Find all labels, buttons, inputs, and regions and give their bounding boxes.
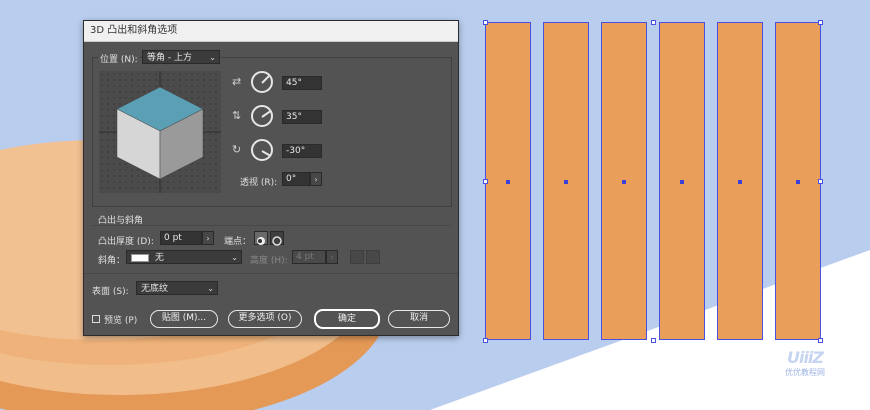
bevel-out-button xyxy=(350,250,364,264)
bar-1[interactable] xyxy=(485,22,531,340)
bevel-label: 斜角： xyxy=(98,256,126,266)
extrude-depth-input[interactable]: 0 pt xyxy=(160,231,202,245)
surface-select-value: 无底纹 xyxy=(141,284,169,294)
bar-3[interactable] xyxy=(601,22,647,340)
cap-off-icon xyxy=(272,236,282,246)
height-input: 4 pt xyxy=(292,250,326,264)
center-point xyxy=(506,180,510,184)
selection-handle-bm[interactable] xyxy=(651,338,656,343)
z-rotation-dial[interactable] xyxy=(251,139,273,161)
section-divider xyxy=(84,273,458,274)
bar-4[interactable] xyxy=(659,22,705,340)
center-point xyxy=(622,180,626,184)
bevel-select[interactable]: 无 ⌄ xyxy=(126,250,242,264)
bar-6[interactable] xyxy=(775,22,821,340)
chevron-down-icon: ⌄ xyxy=(231,253,238,262)
position-select[interactable]: 等角 - 上方 ⌄ xyxy=(142,50,220,64)
center-point xyxy=(564,180,568,184)
surface-label: 表面 (S): xyxy=(92,287,129,297)
height-label: 高度 (H): xyxy=(250,256,288,266)
dialog-title[interactable]: 3D 凸出和斜角选项 xyxy=(84,21,458,42)
x-rotation-dial[interactable] xyxy=(251,71,273,93)
cap-off-button[interactable] xyxy=(270,231,284,246)
bevel-swatch xyxy=(131,253,149,262)
y-rotation-dial[interactable] xyxy=(251,105,273,127)
section-divider xyxy=(92,225,450,226)
ok-button[interactable]: 确定 xyxy=(314,309,380,329)
cancel-button[interactable]: 取消 xyxy=(388,310,450,328)
bevel-select-value: 无 xyxy=(154,253,164,263)
z-axis-rotate-icon: ↻ xyxy=(232,143,242,156)
chevron-down-icon: ⌄ xyxy=(209,53,216,62)
selection-handle-mr[interactable] xyxy=(818,179,823,184)
perspective-input[interactable]: 0° xyxy=(282,172,310,186)
selection-handle-tl[interactable] xyxy=(483,20,488,25)
selection-handle-tr[interactable] xyxy=(818,20,823,25)
watermark: UiiiZ 优优教程网 xyxy=(785,348,825,378)
perspective-label: 透视 (R): xyxy=(240,178,278,188)
preview-label: 预览 (P) xyxy=(104,316,138,326)
map-button[interactable]: 贴图 (M)... xyxy=(150,310,218,328)
watermark-text: 优优教程网 xyxy=(785,368,825,377)
extrude-depth-label: 凸出厚度 (D): xyxy=(98,237,154,247)
3d-extrude-dialog: 3D 凸出和斜角选项 位置 (N): 等角 - 上方 ⌄ ⇄ 45° ⇅ 35°… xyxy=(83,20,459,336)
bevel-in-button xyxy=(366,250,380,264)
cap-label: 端点： xyxy=(224,237,252,247)
height-slider-button: › xyxy=(326,250,338,264)
watermark-logo: UiiiZ xyxy=(786,348,824,367)
center-point xyxy=(738,180,742,184)
position-select-value: 等角 - 上方 xyxy=(147,53,192,63)
x-rotation-input[interactable]: 45° xyxy=(282,76,322,90)
surface-select[interactable]: 无底纹 ⌄ xyxy=(136,281,218,295)
z-rotation-input[interactable]: -30° xyxy=(282,144,322,158)
cap-on-icon xyxy=(257,237,265,245)
perspective-slider-button[interactable]: › xyxy=(310,172,322,186)
x-axis-rotate-icon: ⇄ xyxy=(232,75,242,88)
bar-2[interactable] xyxy=(543,22,589,340)
cube-preview[interactable] xyxy=(99,71,221,193)
selection-handle-bl[interactable] xyxy=(483,338,488,343)
cap-on-button[interactable] xyxy=(254,231,268,245)
preview-checkbox[interactable] xyxy=(92,315,100,323)
bar-5[interactable] xyxy=(717,22,763,340)
extrude-depth-slider-button[interactable]: › xyxy=(202,231,214,245)
center-point xyxy=(796,180,800,184)
center-point xyxy=(680,180,684,184)
position-label: 位置 (N): xyxy=(98,52,140,65)
selection-handle-ml[interactable] xyxy=(483,179,488,184)
y-axis-rotate-icon: ⇅ xyxy=(232,109,242,122)
selection-handle-br[interactable] xyxy=(818,338,823,343)
selection-handle-tm[interactable] xyxy=(651,20,656,25)
more-options-button[interactable]: 更多选项 (O) xyxy=(228,310,302,328)
y-rotation-input[interactable]: 35° xyxy=(282,110,322,124)
cube-preview-graphic xyxy=(99,71,221,193)
chevron-down-icon: ⌄ xyxy=(207,284,214,293)
